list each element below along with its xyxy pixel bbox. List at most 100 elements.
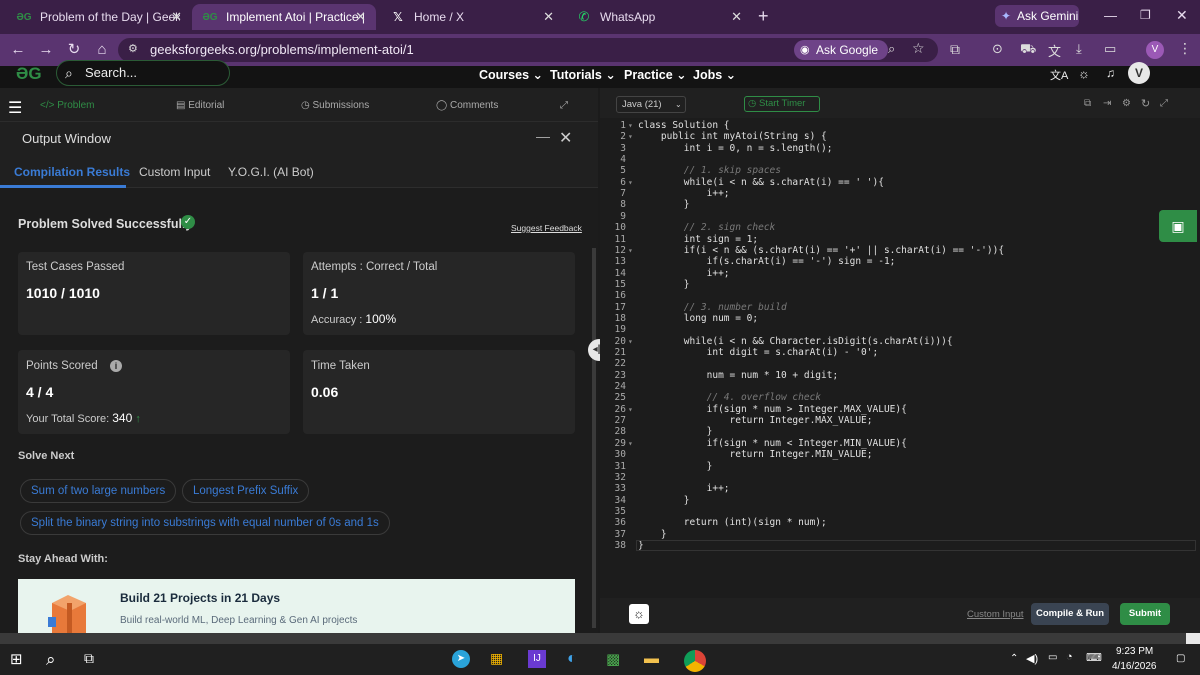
translate-icon[interactable]: 文	[1048, 41, 1061, 60]
reset-icon[interactable]: ↻	[1141, 97, 1150, 110]
gfg-logo-icon[interactable]: ƏG	[16, 64, 42, 84]
wifi-icon[interactable]: ◔	[1066, 651, 1073, 663]
hamburger-menu-icon[interactable]: ☰	[8, 98, 22, 118]
file-explorer-icon[interactable]: ▬	[644, 650, 664, 670]
tab-submissions[interactable]: ◷ Submissions	[301, 100, 369, 111]
profile-avatar[interactable]: V	[1146, 41, 1164, 59]
promo-banner[interactable]: Build 21 Projects in 21 Days Build real-…	[18, 579, 575, 633]
fold-arrow-icon[interactable]: ▾	[628, 121, 633, 130]
tab-problem[interactable]: </> Problem	[40, 100, 95, 111]
nav-courses[interactable]: Courses ⌄	[479, 67, 543, 82]
lock-icon[interactable]: ⊙	[992, 41, 1003, 57]
submit-button[interactable]: Submit	[1120, 603, 1170, 625]
import-icon[interactable]: ⇥	[1103, 98, 1111, 109]
site-search-input[interactable]: ⌕ Search...	[56, 60, 230, 86]
tab-editorial[interactable]: ▤ Editorial	[176, 100, 224, 111]
fullscreen-icon[interactable]: ⤢	[1160, 98, 1168, 109]
compile-run-button[interactable]: Compile & Run	[1031, 603, 1109, 625]
close-icon[interactable]: ✕	[731, 9, 742, 25]
download-icon[interactable]: ⤓	[1076, 41, 1082, 57]
browser-tab-problem-of-the-day[interactable]: ƏG Problem of the Day | GeeksforG ✕	[6, 4, 192, 30]
browser-tab-x-home[interactable]: 𝕏 Home / X ✕	[380, 4, 564, 30]
nav-practice[interactable]: Practice ⌄	[624, 67, 687, 82]
language-select[interactable]: Java (21) ⌄	[616, 96, 686, 113]
forward-icon[interactable]: →	[36, 40, 56, 60]
clock-date[interactable]: 4/16/2026	[1112, 661, 1157, 672]
restore-icon[interactable]: ❐	[1140, 8, 1151, 22]
solve-next-chip-3[interactable]: Split the binary string into substrings …	[20, 511, 390, 535]
chat-icon[interactable]: ▣	[1159, 210, 1197, 242]
nav-jobs[interactable]: Jobs ⌄	[693, 67, 736, 82]
line-number: 20	[614, 335, 626, 347]
fold-arrow-icon[interactable]: ▾	[628, 246, 633, 255]
window-close-icon[interactable]: ✕	[1176, 7, 1188, 24]
reload-icon[interactable]: ↻	[64, 40, 84, 60]
fold-arrow-icon[interactable]: ▾	[628, 178, 633, 187]
tray-chevron-icon[interactable]: ⌃	[1010, 653, 1018, 664]
solve-next-chip-2[interactable]: Longest Prefix Suffix	[182, 479, 310, 503]
sheets-icon[interactable]: ▩	[606, 650, 626, 670]
fold-arrow-icon[interactable]: ▾	[628, 337, 633, 346]
store-icon[interactable]: ▦	[490, 650, 510, 670]
custom-input-link[interactable]: Custom Input	[967, 609, 1024, 620]
fold-arrow-icon[interactable]: ▾	[628, 405, 633, 414]
close-icon[interactable]: ✕	[355, 9, 366, 25]
tab-custom-input[interactable]: Custom Input	[139, 165, 210, 179]
bell-icon[interactable]: ♫	[1106, 66, 1115, 80]
car-icon[interactable]: ⛟	[1020, 41, 1036, 59]
horizontal-scrollbar[interactable]	[0, 633, 1200, 644]
edge-icon[interactable]: ◐	[567, 650, 587, 670]
fold-arrow-icon[interactable]: ▾	[628, 439, 633, 448]
windows-start-icon[interactable]: ⊞	[10, 650, 30, 670]
settings-icon[interactable]: ⚙	[1122, 98, 1131, 109]
back-icon[interactable]: ←	[8, 40, 28, 60]
solve-next-chip-1[interactable]: Sum of two large numbers	[20, 479, 177, 503]
close-output-icon[interactable]: ✕	[559, 128, 572, 148]
start-timer-button[interactable]: ◷ Start Timer	[744, 96, 820, 112]
zoom-icon[interactable]: ⌕	[888, 41, 895, 57]
theme-sun-icon[interactable]: ☼	[1078, 66, 1090, 81]
bookmark-star-icon[interactable]: ☆	[912, 40, 925, 57]
site-info-icon[interactable]: ⚙	[128, 42, 138, 55]
tab-compilation-results[interactable]: Compilation Results	[14, 165, 130, 179]
url-bar[interactable]: ⚙ geeksforgeeks.org/problems/implement-a…	[118, 38, 938, 62]
ask-gemini-button[interactable]: ✦ Ask Gemini	[995, 5, 1079, 27]
bulb-icon[interactable]: ☼	[629, 604, 649, 624]
search-icon[interactable]: ⌕	[46, 650, 66, 670]
menu-kebab-icon[interactable]: ⋮	[1178, 40, 1192, 57]
code-area[interactable]: 1 ▾ class Solution {2 ▾ public int myAtoi(S…	[600, 118, 1200, 598]
scrollbar-thumb[interactable]	[1186, 633, 1200, 644]
jetbrains-icon[interactable]: IJ	[528, 650, 546, 668]
ask-google-button[interactable]: ◉ Ask Google	[794, 40, 889, 60]
suggest-feedback-link[interactable]: Suggest Feedback	[511, 223, 582, 233]
minimize-output-icon[interactable]: —	[536, 128, 550, 144]
telegram-icon[interactable]: ➤	[452, 650, 470, 668]
close-icon[interactable]: ✕	[543, 9, 554, 25]
extensions-icon[interactable]: ⧉	[950, 41, 960, 58]
home-icon[interactable]: ⌂	[92, 40, 112, 60]
task-view-icon[interactable]: ⧉	[84, 650, 104, 670]
close-icon[interactable]: ✕	[171, 9, 182, 25]
volume-icon[interactable]: ◀)	[1026, 652, 1038, 665]
keyboard-icon[interactable]: ⌨	[1086, 651, 1102, 664]
battery-icon[interactable]: ▭	[1048, 652, 1057, 663]
new-tab-button[interactable]: +	[758, 6, 769, 27]
language-icon[interactable]: 文A	[1050, 67, 1068, 83]
left-scrollbar[interactable]	[592, 248, 596, 628]
copy-icon[interactable]: ⧉	[1084, 98, 1091, 109]
minimize-icon[interactable]: —	[1104, 8, 1117, 23]
notification-icon[interactable]: ▢	[1176, 653, 1185, 664]
expand-icon[interactable]: ⤢	[560, 100, 568, 111]
browser-tab-implement-atoi[interactable]: ƏG Implement Atoi | Practice | Gee ✕	[192, 4, 376, 30]
chrome-icon[interactable]	[684, 650, 706, 672]
fold-arrow-icon[interactable]: ▾	[628, 132, 633, 141]
sidepanel-icon[interactable]: ▭	[1104, 41, 1116, 57]
editor-toolbar: Java (21) ⌄ ◷ Start Timer ⧉ ⇥ ⚙ ↻ ⤢	[600, 88, 1200, 118]
info-icon[interactable]: i	[110, 360, 122, 372]
tab-yogi-ai-bot[interactable]: Y.O.G.I. (AI Bot)	[228, 165, 314, 179]
clock-time[interactable]: 9:23 PM	[1116, 646, 1153, 657]
tab-comments[interactable]: ◯ Comments	[436, 100, 498, 111]
user-avatar[interactable]: V	[1128, 62, 1150, 84]
nav-tutorials[interactable]: Tutorials ⌄	[550, 67, 616, 82]
browser-tab-whatsapp[interactable]: ✆ WhatsApp ✕	[566, 4, 752, 30]
